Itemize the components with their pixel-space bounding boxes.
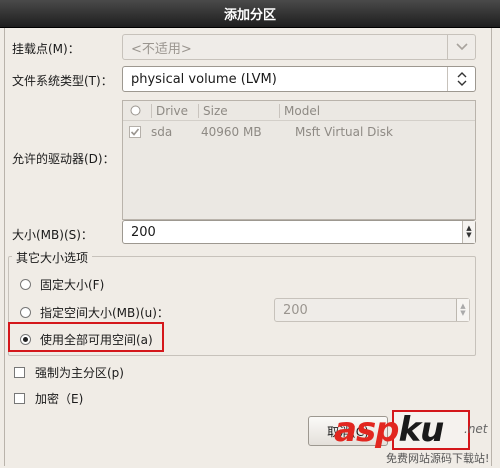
radio-fill-to-label: 指定空间大小(MB)(u)： xyxy=(40,306,169,320)
other-size-title: 其它大小选项 xyxy=(12,249,93,266)
chevron-down-icon xyxy=(447,35,475,59)
size-value: 200 xyxy=(131,224,156,240)
fs-type-label: 文件系统类型(T)： xyxy=(12,74,113,88)
drive-size: 40960 MB xyxy=(201,125,262,139)
radio-fixed-size-label: 固定大小(F) xyxy=(40,278,105,292)
force-primary-label: 强制为主分区(p) xyxy=(35,366,124,380)
force-primary-checkbox[interactable]: 强制为主分区(p) xyxy=(14,364,124,381)
encrypt-checkbox[interactable]: 加密（E) xyxy=(14,390,83,407)
dialog-titlebar: 添加分区 xyxy=(0,0,500,28)
radio-fixed-size[interactable]: 固定大小(F) xyxy=(20,276,104,293)
drives-table[interactable]: Drive Size Model sda 40960 MB Msft Virtu… xyxy=(122,100,476,220)
ok-button[interactable] xyxy=(392,410,470,450)
mount-point-label: 挂载点(M)： xyxy=(12,42,80,56)
checkbox-icon xyxy=(14,367,25,378)
radio-icon xyxy=(20,307,31,318)
col-drive[interactable]: Drive xyxy=(156,104,194,118)
drives-label: 允许的驱动器(D)： xyxy=(12,152,115,166)
header-radio-icon xyxy=(123,105,147,116)
size-label: 大小(MB)(S)： xyxy=(12,228,93,242)
updown-arrows-icon xyxy=(447,67,475,91)
col-size[interactable]: Size xyxy=(203,104,275,118)
spin-arrows-icon[interactable]: ▲ ▼ xyxy=(456,299,469,321)
mount-point-combo[interactable]: <不适用> xyxy=(122,34,476,60)
encrypt-label: 加密（E) xyxy=(35,392,84,406)
drive-model: Msft Virtual Disk xyxy=(295,125,393,139)
col-model[interactable]: Model xyxy=(284,104,320,118)
drive-checkbox[interactable] xyxy=(123,126,147,138)
highlight-box xyxy=(8,322,164,352)
fill-to-value: 200 xyxy=(283,302,308,318)
table-row[interactable]: sda 40960 MB Msft Virtual Disk xyxy=(123,121,475,143)
drives-table-header: Drive Size Model xyxy=(123,101,475,121)
size-spinbox[interactable]: 200 ▲ ▼ xyxy=(122,220,476,244)
fs-type-combo[interactable]: physical volume (LVM) xyxy=(122,66,476,92)
drive-name: sda xyxy=(151,125,173,139)
dialog-title: 添加分区 xyxy=(223,8,276,23)
fill-to-spinbox[interactable]: 200 ▲ ▼ xyxy=(274,298,470,322)
fs-type-value: physical volume (LVM) xyxy=(131,71,277,87)
cancel-button-label: 取消(C) xyxy=(327,424,369,439)
radio-icon xyxy=(20,279,31,290)
spin-arrows-icon[interactable]: ▲ ▼ xyxy=(462,221,475,243)
radio-fill-to[interactable]: 指定空间大小(MB)(u)： xyxy=(20,304,169,321)
cancel-button[interactable]: 取消(C) xyxy=(308,416,388,446)
mount-point-value: <不适用> xyxy=(131,41,192,57)
checkbox-icon xyxy=(14,393,25,404)
